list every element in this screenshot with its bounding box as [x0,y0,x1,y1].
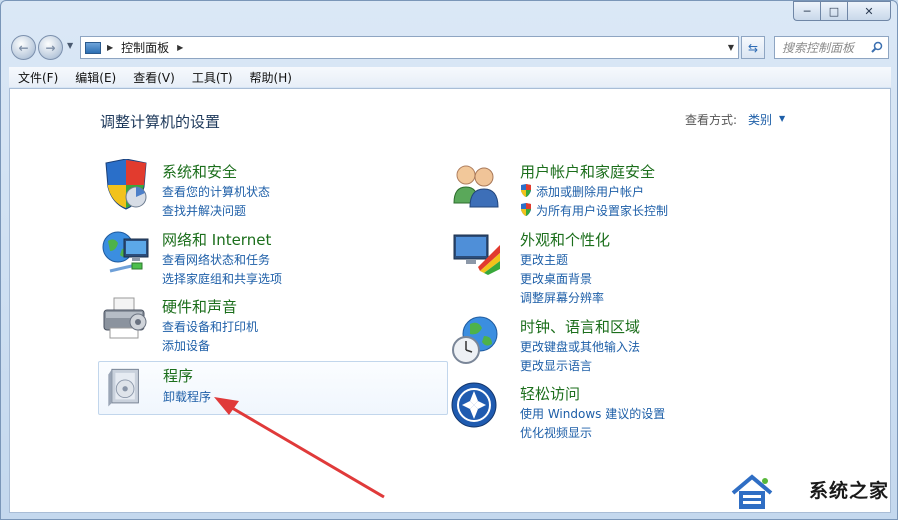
category-link[interactable]: 调整屏幕分辨率 [520,289,604,306]
watermark-text: 系统之家 [808,480,889,502]
category-link[interactable]: 更改键盘或其他输入法 [520,338,640,355]
back-button[interactable]: ← [11,35,36,60]
ease-of-access-icon[interactable] [450,381,502,433]
view-by-dropdown[interactable]: 类别 [748,111,772,128]
security-shield-icon[interactable] [100,159,152,211]
address-dropdown-icon[interactable]: ▼ [728,43,734,52]
category-link[interactable]: 更改显示语言 [520,357,592,374]
navigation-bar: ← → ▼ ▶ 控制面板 ▶ ▼ ⇆ 搜索控制面板 [1,31,898,63]
category-ease-of-access: 轻松访问 使用 Windows 建议的设置 优化视频显示 [450,381,850,443]
menu-tools[interactable]: 工具(T) [183,69,241,86]
category-title[interactable]: 系统和安全 [162,161,237,182]
user-accounts-icon[interactable] [450,159,502,211]
category-link[interactable]: 查看设备和打印机 [162,318,258,335]
uninstall-program-link[interactable]: 卸载程序 [163,388,211,405]
printer-icon[interactable] [100,294,152,346]
category-link[interactable]: 为所有用户设置家长控制 [536,202,668,219]
category-title[interactable]: 轻松访问 [520,383,580,404]
address-bar[interactable]: ▶ 控制面板 ▶ ▼ [80,36,739,59]
watermark-house-logo [731,474,773,509]
category-link[interactable]: 添加或删除用户帐户 [536,183,644,200]
menu-bar: 文件(F) 编辑(E) 查看(V) 工具(T) 帮助(H) [9,67,891,87]
breadcrumb-chevron-icon[interactable]: ▶ [177,43,183,52]
network-globe-icon[interactable] [100,227,152,279]
minimize-button[interactable]: ─ [793,1,820,21]
category-programs[interactable]: 程序 卸载程序 [98,361,448,415]
category-link[interactable]: 更改主题 [520,251,568,268]
category-system-security: 系统和安全 查看您的计算机状态 查找并解决问题 [100,159,440,221]
control-panel-icon [85,41,101,54]
clock-globe-icon[interactable] [450,314,502,366]
page-title: 调整计算机的设置 [100,113,221,131]
forward-button[interactable]: → [38,35,63,60]
content-area: 调整计算机的设置 查看方式: 类别 ▼ 系统和安全 查看您的计算机状态 查找并解… [9,88,891,513]
category-link[interactable]: 更改桌面背景 [520,270,592,287]
category-link[interactable]: 优化视频显示 [520,424,592,441]
category-link[interactable]: 查看您的计算机状态 [162,183,270,200]
category-link[interactable]: 添加设备 [162,337,210,354]
breadcrumb-chevron-icon[interactable]: ▶ [107,43,113,52]
category-hardware-sound: 硬件和声音 查看设备和打印机 添加设备 [100,294,440,356]
category-clock-language-region: 时钟、语言和区域 更改键盘或其他输入法 更改显示语言 [450,314,850,376]
category-link[interactable]: 选择家庭组和共享选项 [162,270,282,287]
programs-box-icon[interactable] [103,364,149,410]
view-by-chevron-icon[interactable]: ▼ [779,114,785,123]
menu-help[interactable]: 帮助(H) [241,69,300,86]
category-title[interactable]: 网络和 Internet [162,229,271,250]
category-title[interactable]: 用户帐户和家庭安全 [520,161,655,182]
close-button[interactable]: ✕ [847,1,891,21]
category-title[interactable]: 时钟、语言和区域 [520,316,640,337]
menu-file[interactable]: 文件(F) [9,69,66,86]
search-placeholder: 搜索控制面板 [782,41,855,55]
category-title[interactable]: 硬件和声音 [162,296,237,317]
category-appearance: 外观和个性化 更改主题 更改桌面背景 调整屏幕分辨率 [450,227,850,307]
recent-pages-dropdown[interactable]: ▼ [67,41,73,50]
category-network-internet: 网络和 Internet 查看网络状态和任务 选择家庭组和共享选项 [100,227,440,289]
menu-view[interactable]: 查看(V) [124,69,183,86]
category-title[interactable]: 程序 [163,365,193,386]
category-link[interactable]: 查找并解决问题 [162,202,246,219]
view-by-label: 查看方式: [685,113,738,127]
refresh-icon: ⇆ [747,40,759,55]
category-title[interactable]: 外观和个性化 [520,229,610,250]
search-icon[interactable] [871,41,883,53]
caption-buttons: ─ □ ✕ [793,1,891,21]
search-input[interactable]: 搜索控制面板 [774,36,889,59]
refresh-button[interactable]: ⇆ [741,36,765,59]
category-user-accounts: 用户帐户和家庭安全 添加或删除用户帐户 为所有用户设置家长控制 [450,159,850,221]
maximize-button[interactable]: □ [820,1,847,21]
category-link[interactable]: 查看网络状态和任务 [162,251,270,268]
category-link[interactable]: 使用 Windows 建议的设置 [520,405,665,422]
uac-shield-icon [521,203,531,216]
uac-shield-icon [521,184,531,197]
menu-edit[interactable]: 编辑(E) [66,69,124,86]
breadcrumb-control-panel[interactable]: 控制面板 [121,39,169,56]
control-panel-window: ─ □ ✕ ← → ▼ ▶ 控制面板 ▶ ▼ ⇆ 搜索控制面板 文件(F) 编辑… [0,0,898,520]
appearance-monitor-icon[interactable] [450,227,502,279]
